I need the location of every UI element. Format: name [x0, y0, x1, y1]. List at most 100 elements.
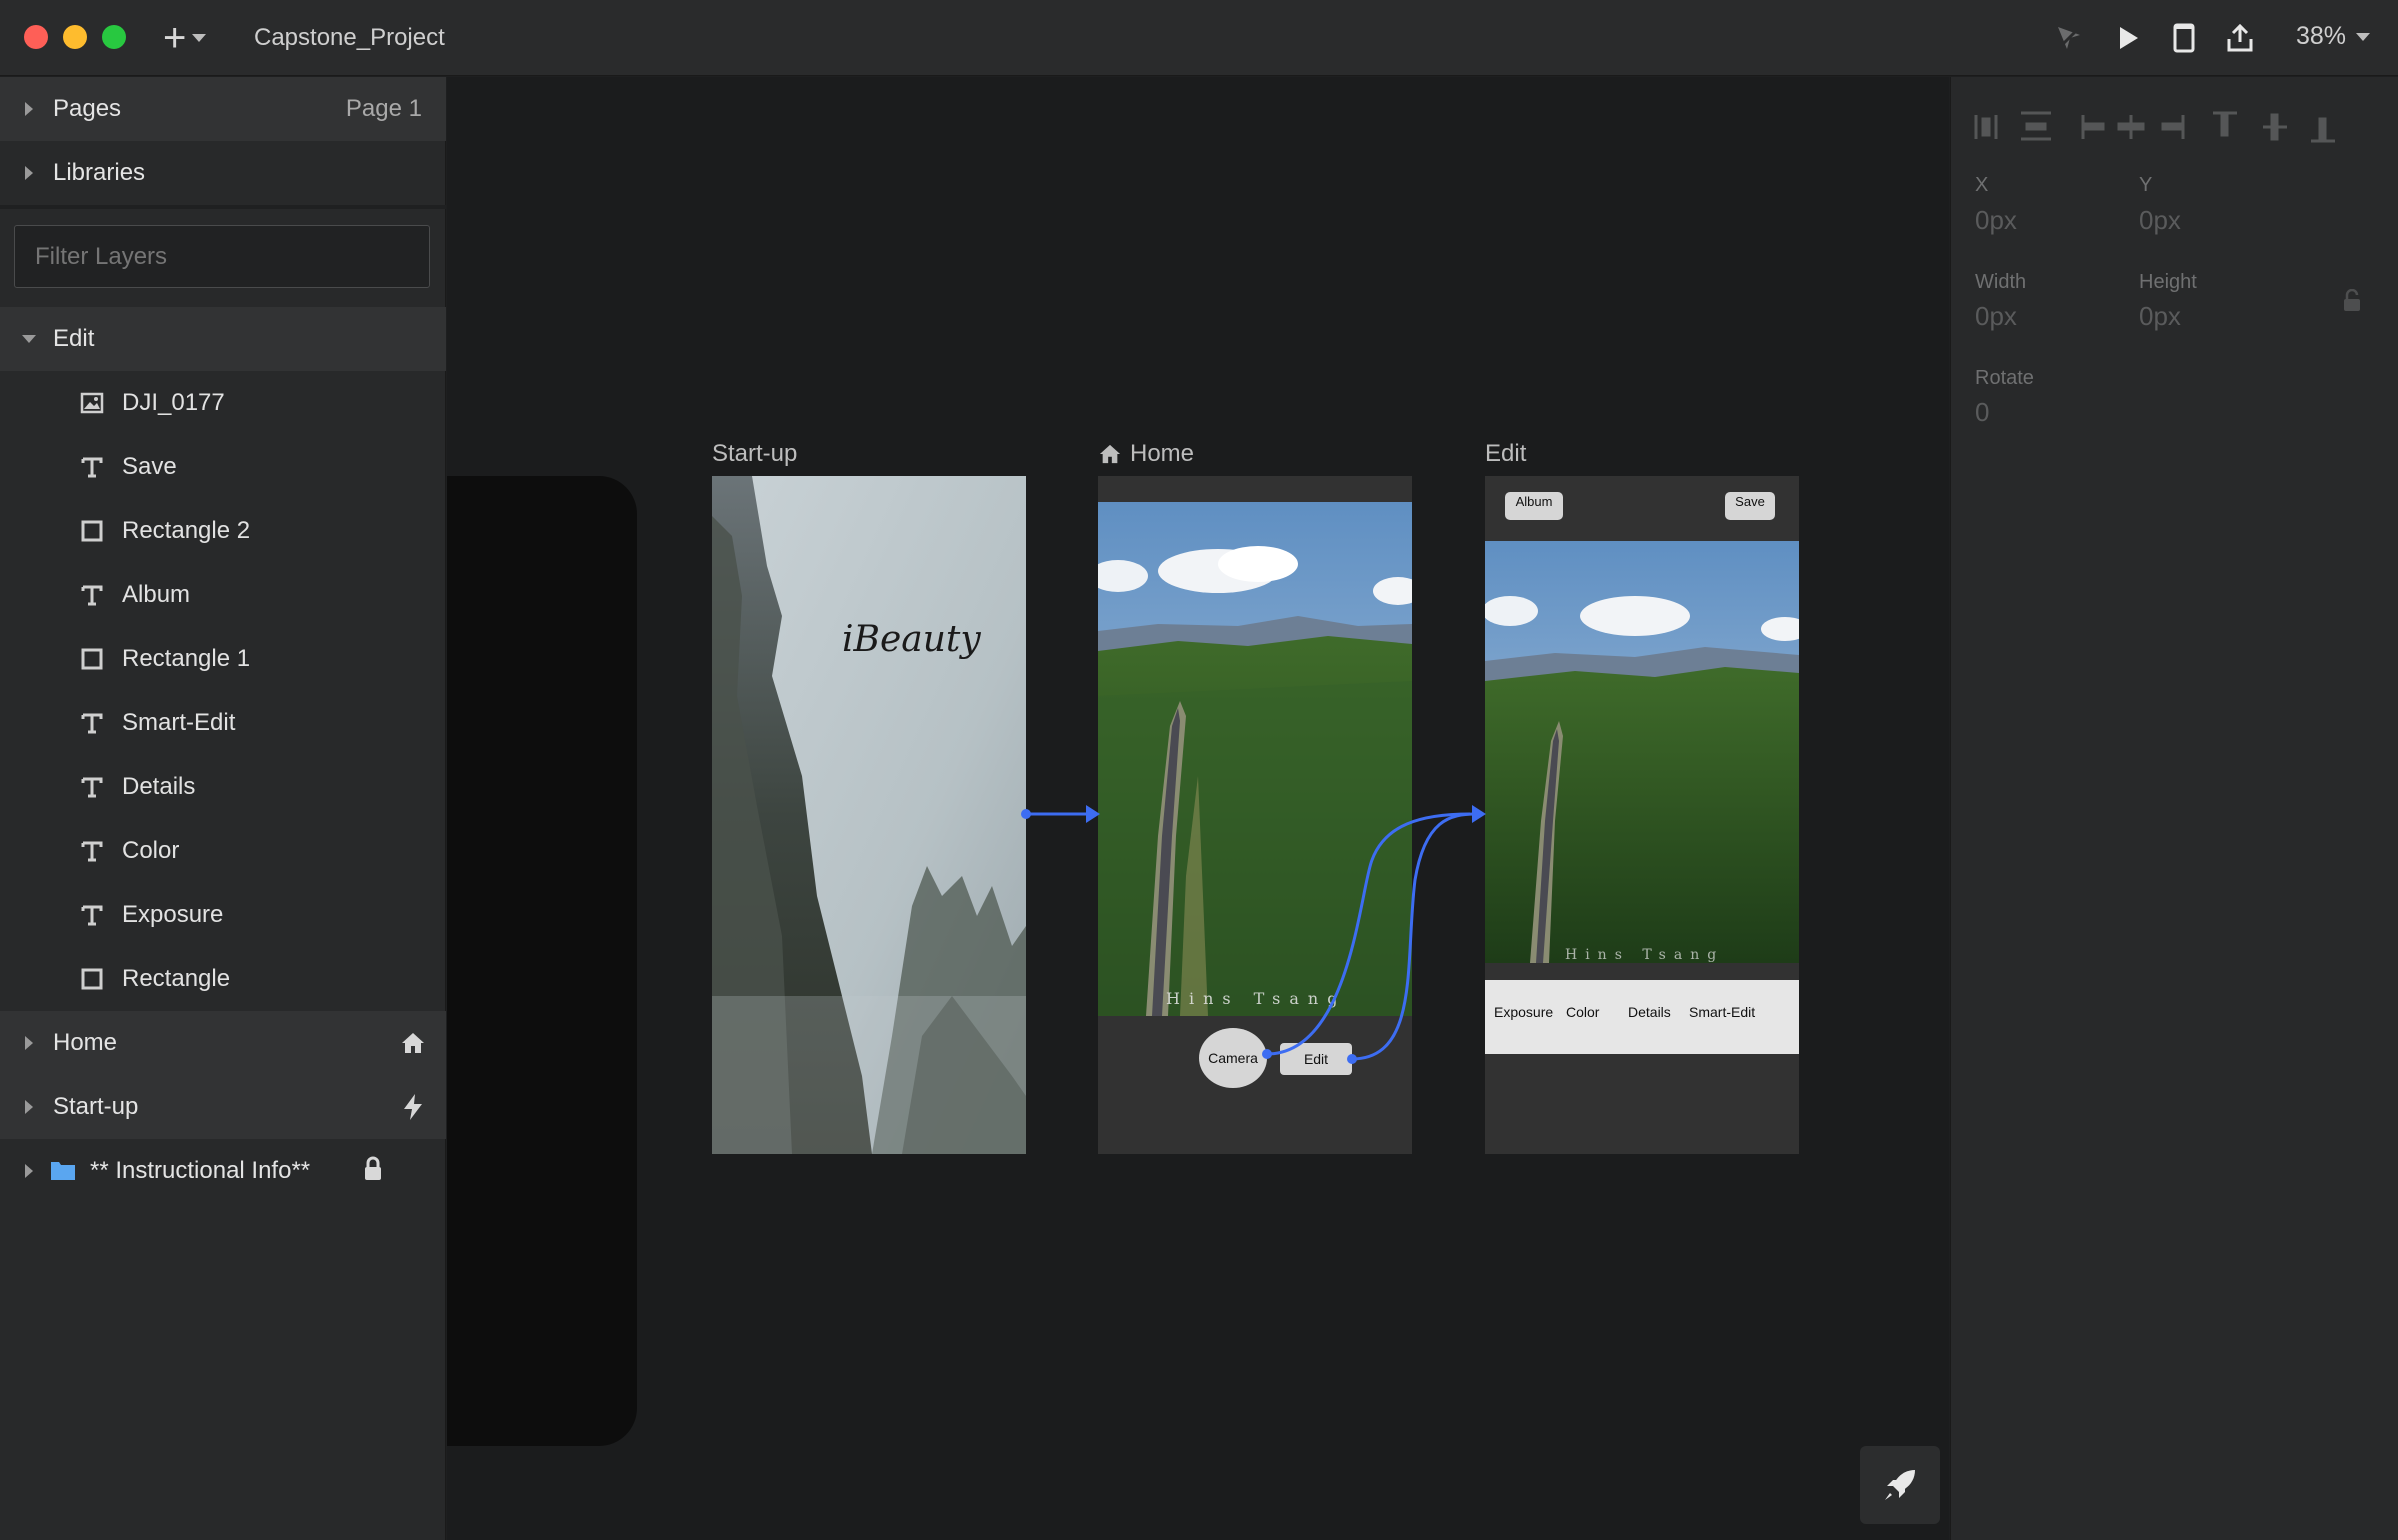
text-icon	[80, 711, 104, 735]
align-middle-vertical-icon[interactable]	[2263, 113, 2287, 141]
text-icon	[80, 583, 104, 607]
album-button-label: Album	[1515, 494, 1553, 509]
layer-group-instructional-info[interactable]: ** Instructional Info**	[0, 1139, 446, 1203]
layer-group-edit[interactable]: Edit	[0, 307, 446, 371]
chevron-right-icon	[25, 1100, 33, 1114]
rotate-field[interactable]: 0	[1975, 397, 1989, 428]
layer-row[interactable]: Details	[0, 755, 446, 819]
background-shape[interactable]	[447, 476, 637, 1446]
align-left-icon[interactable]	[2081, 115, 2105, 139]
align-center-horizontal-icon[interactable]	[2117, 115, 2145, 139]
layer-row[interactable]: Rectangle 2	[0, 499, 446, 563]
chevron-down-icon	[22, 335, 36, 343]
text-icon	[80, 903, 104, 927]
artboard-home[interactable]: Hins Tsang Camera Edit	[1098, 476, 1412, 1154]
camera-button-label: Camera	[1208, 1050, 1258, 1066]
zoom-dropdown[interactable]: 38%	[2296, 22, 2371, 51]
chevron-right-icon	[25, 166, 33, 180]
layer-group-label: Edit	[53, 325, 95, 352]
save-button-label: Save	[1735, 494, 1765, 509]
align-bottom-icon[interactable]	[2311, 117, 2335, 143]
rectangle-icon	[80, 967, 104, 991]
share-button[interactable]	[2222, 20, 2258, 56]
cursor-icon	[2055, 24, 2083, 52]
current-page-label[interactable]: Page 1	[346, 95, 422, 123]
align-right-icon[interactable]	[2161, 115, 2185, 139]
phone-icon	[2173, 23, 2195, 53]
layer-name: Details	[122, 773, 196, 800]
alignment-toolbar	[1974, 111, 2335, 143]
filter-layers-input[interactable]	[14, 225, 430, 288]
chevron-right-icon	[25, 1164, 33, 1178]
y-label: Y	[2139, 174, 2153, 196]
image-icon	[80, 391, 104, 415]
text-icon	[80, 775, 104, 799]
x-field[interactable]: 0px	[1975, 205, 2017, 236]
width-field[interactable]: 0px	[1975, 301, 2017, 332]
camera-button[interactable]: Camera	[1199, 1028, 1267, 1088]
layer-name: DJI_0177	[122, 389, 225, 416]
artboard-label-startup[interactable]: Start-up	[712, 440, 797, 468]
lightning-icon	[402, 1093, 424, 1128]
layer-group-label: Start-up	[53, 1093, 139, 1120]
smart-edit-tool[interactable]: Smart-Edit	[1689, 1004, 1755, 1020]
add-menu-button[interactable]: +	[163, 18, 223, 58]
lock-icon[interactable]	[363, 1156, 383, 1187]
y-field[interactable]: 0px	[2139, 205, 2181, 236]
height-field[interactable]: 0px	[2139, 301, 2181, 332]
foggy-mountain-image: iBeauty	[712, 476, 1026, 1154]
artboard-edit[interactable]: Album Save Hins Tsang Exposure Color Det…	[1485, 476, 1799, 1154]
layer-group-label: Home	[53, 1029, 118, 1056]
chevron-right-icon	[25, 1036, 33, 1050]
inspector-panel: X 0px Y 0px Width 0px Height 0px Rotate …	[1950, 77, 2398, 1540]
photo-watermark: Hins Tsang	[1565, 947, 1724, 963]
distribute-horizontal-icon[interactable]	[1974, 115, 1998, 139]
exposure-tool[interactable]: Exposure	[1494, 1004, 1553, 1020]
libraries-label: Libraries	[53, 159, 146, 186]
layer-name: Rectangle 2	[122, 517, 251, 544]
details-tool[interactable]: Details	[1628, 1004, 1671, 1020]
artboard-startup[interactable]: iBeauty	[712, 476, 1026, 1154]
play-preview-button[interactable]	[2110, 20, 2146, 56]
layer-row[interactable]: DJI_0177	[0, 371, 446, 435]
folder-icon	[50, 1159, 76, 1186]
layers-panel: Pages Page 1 Libraries Edit DJI_0177 Save…	[0, 77, 446, 1540]
align-top-icon[interactable]	[2213, 111, 2237, 137]
layer-name: Smart-Edit	[122, 709, 236, 736]
unlock-icon[interactable]	[2343, 288, 2361, 318]
chevron-down-icon	[192, 34, 207, 42]
share-icon	[2227, 23, 2253, 52]
artboard-label-home[interactable]: Home	[1098, 440, 1194, 468]
fullscreen-window-button[interactable]	[102, 25, 126, 49]
text-icon	[80, 839, 104, 863]
edit-button-label: Edit	[1303, 1051, 1329, 1067]
edit-tools-bar: Exposure Color Details Smart-Edit	[1485, 980, 1799, 1054]
rectangle-icon	[80, 519, 104, 543]
layer-row[interactable]: Color	[0, 819, 446, 883]
pages-section-header[interactable]: Pages Page 1	[0, 77, 446, 141]
launch-button[interactable]	[1860, 1446, 1940, 1524]
layer-group-home[interactable]: Home	[0, 1011, 446, 1075]
save-button[interactable]: Save	[1725, 492, 1775, 520]
layer-row[interactable]: Album	[0, 563, 446, 627]
distribute-vertical-icon[interactable]	[2021, 111, 2051, 141]
close-window-button[interactable]	[24, 25, 48, 49]
edit-button[interactable]: Edit	[1280, 1043, 1352, 1075]
layer-row[interactable]: Rectangle	[0, 947, 446, 1011]
photo-watermark: Hins Tsang	[1166, 989, 1346, 1008]
libraries-section-header[interactable]: Libraries	[0, 141, 446, 205]
device-preview-button[interactable]	[2166, 20, 2202, 56]
document-title: Capstone_Project	[254, 24, 445, 51]
album-button[interactable]: Album	[1505, 492, 1563, 520]
layer-row[interactable]: Rectangle 1	[0, 627, 446, 691]
artboard-label-edit[interactable]: Edit	[1485, 440, 1526, 468]
layer-row[interactable]: Save	[0, 435, 446, 499]
minimize-window-button[interactable]	[63, 25, 87, 49]
cursor-preview-button[interactable]	[2051, 20, 2087, 56]
forest-road-photo: Hins Tsang	[1485, 541, 1799, 963]
layer-row[interactable]: Exposure	[0, 883, 446, 947]
layer-row[interactable]: Smart-Edit	[0, 691, 446, 755]
home-icon	[1099, 444, 1121, 464]
layer-group-startup[interactable]: Start-up	[0, 1075, 446, 1139]
color-tool[interactable]: Color	[1566, 1004, 1599, 1020]
